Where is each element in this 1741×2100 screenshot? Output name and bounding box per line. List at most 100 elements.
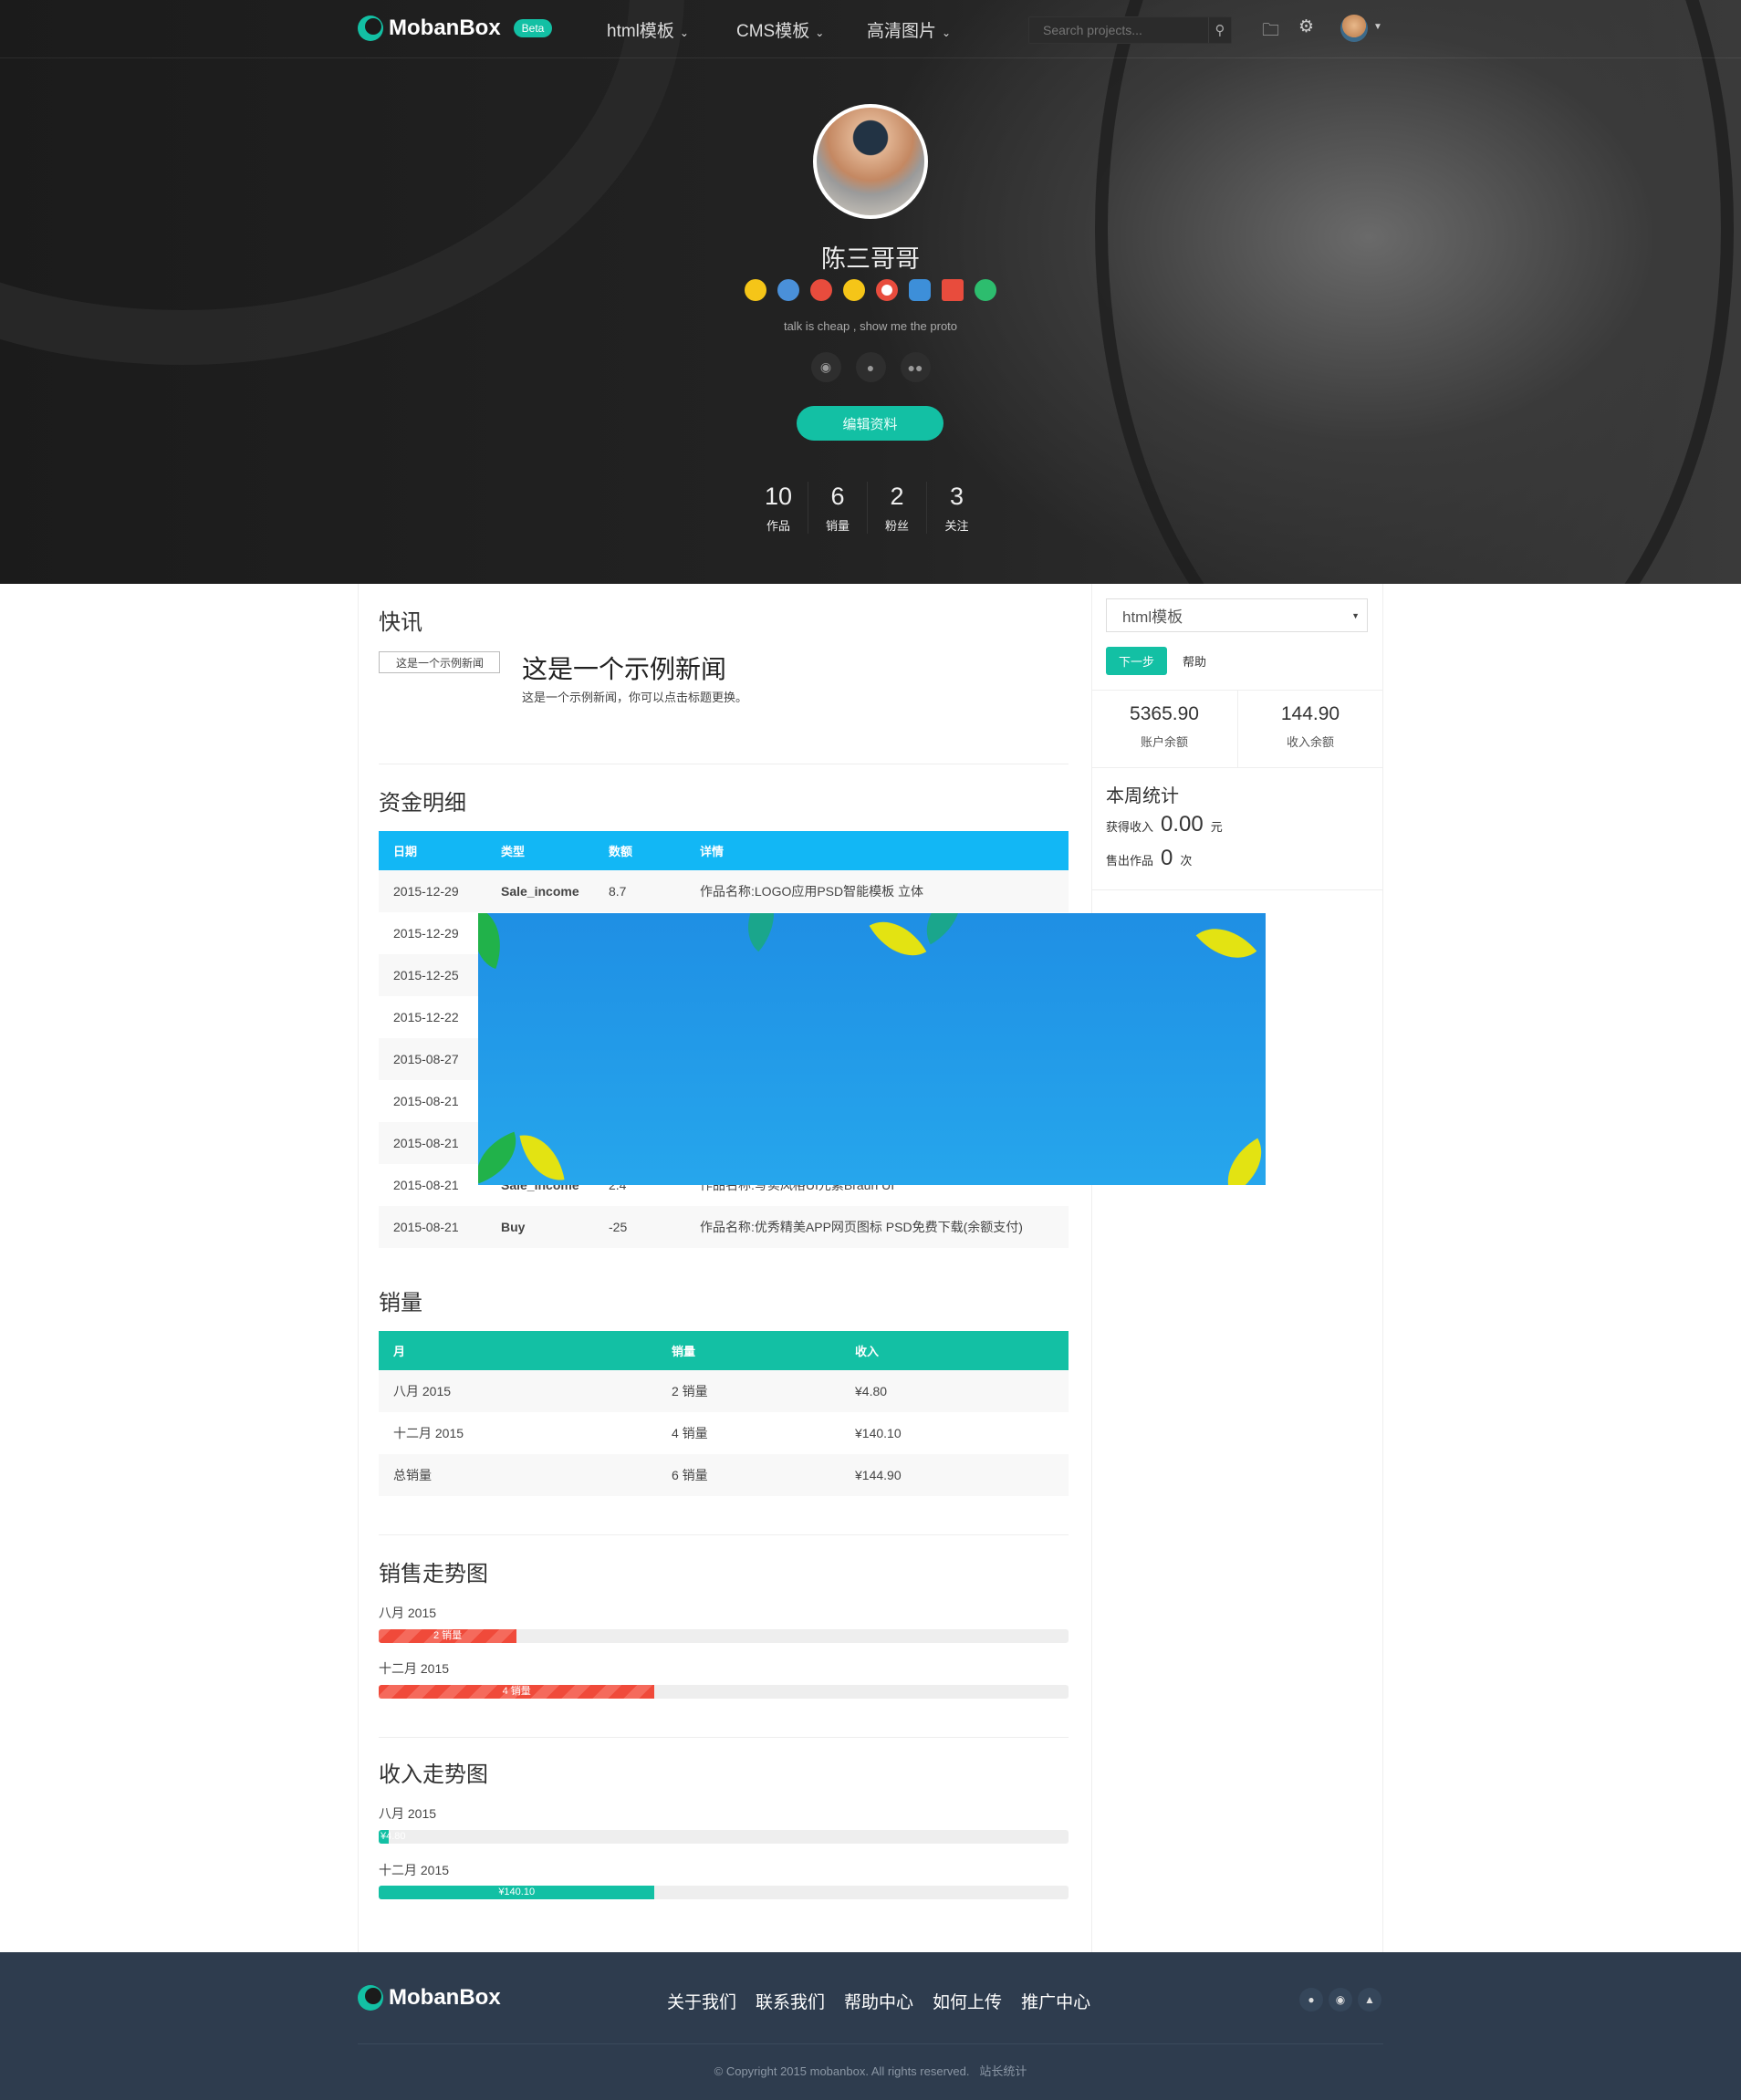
badge-icon[interactable] [843, 279, 865, 301]
nav-label: 高清图片 [867, 22, 937, 41]
table-cell: 4 销量 [672, 1426, 708, 1440]
news-summary: 这是一个示例新闻，你可以点击标题更换。 [522, 691, 748, 704]
badge-icon[interactable] [909, 279, 931, 301]
weekly-stats-title: 本周统计 [1106, 786, 1179, 806]
caret-down-icon: ▼ [1351, 610, 1360, 620]
income-progress-bar: ¥4.80 [379, 1830, 1069, 1844]
badge-icon[interactable] [810, 279, 832, 301]
table-cell: 2 销量 [657, 1370, 840, 1412]
table-row: 总销量 6 销量 ¥144.90 [379, 1454, 1069, 1496]
footer-link-help[interactable]: 帮助中心 [844, 1989, 913, 2013]
template-type-select[interactable]: html模板 ▼ [1106, 598, 1368, 632]
qq-icon[interactable]: ● [855, 352, 886, 382]
profile-motto: talk is cheap , show me the proto [783, 319, 958, 333]
wechat-icon[interactable]: ●● [900, 352, 931, 382]
news-image-broken[interactable]: 这是一个示例新闻 [379, 651, 500, 673]
footer-link-contact[interactable]: 联系我们 [756, 1989, 825, 2013]
floating-banner-image[interactable] [478, 913, 1266, 1185]
weekly-sold: 售出作品 0 次 [1106, 846, 1192, 871]
stat-unit: 次 [1180, 854, 1193, 868]
site-stats-link[interactable]: 站长统计 [979, 2064, 1027, 2078]
section-divider [379, 1737, 1069, 1738]
leaf-decoration [519, 1128, 565, 1185]
profile-hero: MobanBox Beta html模板 ⌄ CMS模板 ⌄ 高清图片 ⌄ ⚲ 🗀 ⚙… [0, 0, 1741, 584]
badge-icon[interactable] [876, 279, 898, 301]
nav-cms-templates[interactable]: CMS模板 ⌄ [736, 17, 824, 42]
stat-label: 销量 [825, 519, 850, 533]
help-link[interactable]: 帮助 [1183, 647, 1206, 675]
footer-link-about[interactable]: 关于我们 [667, 1989, 736, 2013]
table-row: 2015-12-29 Sale_income 8.7 作品名称:LOGO应用PSD智能… [379, 870, 1069, 912]
logo[interactable]: MobanBox Beta [358, 16, 553, 41]
table-cell: 2015-08-21 [379, 1122, 486, 1164]
stat-label: 作品 [766, 519, 790, 533]
table-cell: 2015-08-21 [393, 1178, 459, 1192]
table-cell: 2015-12-29 [393, 926, 459, 941]
balance-value: 144.90 [1280, 703, 1340, 724]
folder-icon[interactable]: 🗀 [1262, 17, 1279, 47]
gear-icon[interactable]: ⚙ [1298, 16, 1314, 37]
nav-html-templates[interactable]: html模板 ⌄ [607, 17, 689, 42]
sales-progress-bar: 4 销量 [379, 1685, 1069, 1699]
balance-value: 5365.90 [1130, 703, 1199, 724]
search-icon[interactable]: ⚲ [1208, 17, 1231, 43]
qq-icon[interactable]: ▲ [1358, 1988, 1381, 2012]
trend-label: 八月 2015 [379, 1606, 437, 1620]
footer-logo[interactable]: MobanBox [358, 1985, 501, 2011]
footer-link-upload[interactable]: 如何上传 [933, 1989, 1002, 2013]
progress-fill: 4 销量 [379, 1685, 655, 1699]
column-header: 收入 [855, 1345, 880, 1358]
stat-value: 0 [1161, 846, 1173, 870]
profile-name: 陈三哥哥 [821, 245, 920, 273]
divider [1092, 767, 1382, 768]
weibo-icon[interactable]: ◉ [810, 352, 841, 382]
weibo-icon[interactable]: ◉ [1329, 1988, 1352, 2012]
table-cell: 作品名称:LOGO应用PSD智能模板 立体 [685, 870, 1069, 912]
table-cell: ¥144.90 [840, 1454, 1069, 1496]
stat-sales[interactable]: 6 销量 [808, 482, 868, 534]
sales-table: 月 销量 收入 八月 2015 2 销量 ¥4.80 十二月 2015 4 销量 ¥140… [379, 1331, 1069, 1496]
table-cell: Sale_income [486, 870, 594, 912]
leaf-decoration [478, 913, 514, 970]
logo-text: MobanBox [389, 16, 501, 40]
footer-socials: ● ◉ ▲ [1299, 1988, 1381, 2012]
section-divider [379, 1534, 1069, 1535]
chevron-down-icon: ⌄ [815, 26, 825, 39]
achievement-badges [0, 279, 1741, 301]
table-cell: 2015-12-25 [379, 954, 486, 996]
search-input[interactable] [1029, 17, 1208, 43]
stat-following[interactable]: 3 关注 [927, 482, 986, 534]
wechat-icon[interactable]: ● [1299, 1988, 1323, 2012]
footer: MobanBox 关于我们 联系我们 帮助中心 如何上传 推广中心 ● ◉ ▲ … [0, 1952, 1741, 2100]
user-avatar-menu[interactable] [1340, 15, 1368, 42]
news-headline[interactable]: 这是一个示例新闻 [522, 650, 726, 686]
income-trend-title: 收入走势图 [379, 1762, 488, 1787]
nav-hd-images[interactable]: 高清图片 ⌄ [867, 17, 951, 42]
trend-label: 十二月 2015 [379, 1863, 450, 1877]
stat-works[interactable]: 10 作品 [749, 482, 808, 534]
next-step-button[interactable]: 下一步 [1106, 647, 1167, 675]
table-cell: 2015-12-29 [379, 870, 486, 912]
badge-icon[interactable] [975, 279, 996, 301]
badge-icon[interactable] [777, 279, 799, 301]
badge-icon[interactable] [942, 279, 964, 301]
column-header: 日期 [393, 845, 418, 858]
copyright-text: © Copyright 2015 mobanbox. All rights re… [714, 2064, 970, 2078]
footer-link-promotion[interactable]: 推广中心 [1021, 1989, 1090, 2013]
badge-icon[interactable] [745, 279, 766, 301]
edit-profile-button[interactable]: 编辑资料 [797, 406, 943, 441]
table-row: 八月 2015 2 销量 ¥4.80 [379, 1370, 1069, 1412]
table-header: 日期 类型 数额 详情 [379, 831, 1069, 870]
table-cell: ¥4.80 [840, 1370, 1069, 1412]
stat-value: 10 [764, 483, 793, 510]
stat-unit: 元 [1210, 820, 1223, 834]
caret-down-icon[interactable]: ▼ [1373, 22, 1382, 32]
stat-fans[interactable]: 2 粉丝 [868, 482, 927, 534]
table-cell: 八月 2015 [379, 1370, 657, 1412]
column-header: 数额 [609, 845, 633, 858]
logo-icon [358, 16, 383, 41]
stat-value: 3 [949, 483, 964, 510]
table-cell: 8.7 [594, 870, 685, 912]
trend-label: 十二月 2015 [379, 1661, 450, 1676]
stat-value: 0.00 [1161, 812, 1204, 837]
